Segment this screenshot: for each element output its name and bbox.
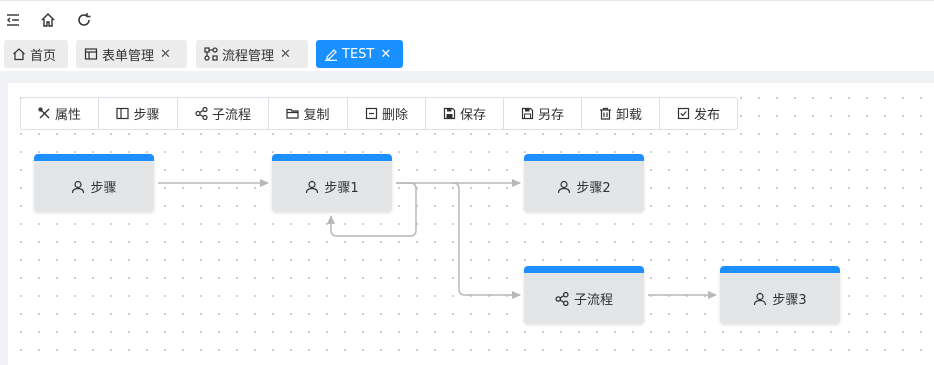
- toolbar-label: 子流程: [211, 108, 251, 123]
- save-as-button[interactable]: 另存: [504, 98, 582, 129]
- home-icon: [12, 47, 26, 61]
- form-icon: [84, 47, 98, 61]
- share-icon: [555, 291, 569, 306]
- home-icon[interactable]: [39, 11, 57, 29]
- node-label: 子流程: [573, 293, 613, 308]
- node-label: 步骤2: [576, 181, 611, 196]
- designer-toolbar: 属性 步骤 子流程 复制 删除 保存 另存 卸载 发布: [20, 97, 738, 130]
- left-gutter: [0, 83, 8, 365]
- user-icon: [558, 180, 571, 193]
- toolbar-label: 卸载: [615, 108, 642, 123]
- close-icon[interactable]: ✕: [280, 47, 291, 62]
- publish-button[interactable]: 发布: [660, 98, 737, 129]
- uninstall-button[interactable]: 卸载: [582, 98, 660, 129]
- content-separator: [0, 71, 934, 83]
- save-button[interactable]: 保存: [426, 98, 504, 129]
- step-button[interactable]: 步骤: [99, 98, 178, 129]
- flow-node-subflow[interactable]: 子流程: [524, 266, 644, 324]
- tools-icon: [38, 107, 50, 119]
- toolbar-label: 发布: [693, 108, 720, 123]
- toolbar-label: 属性: [54, 108, 81, 123]
- close-icon[interactable]: ✕: [160, 47, 171, 62]
- share-icon: [195, 107, 208, 120]
- copy-button[interactable]: 复制: [269, 98, 348, 129]
- refresh-icon[interactable]: [75, 11, 93, 29]
- properties-button[interactable]: 属性: [21, 98, 99, 129]
- tab-flow-management[interactable]: 流程管理 ✕: [196, 40, 308, 68]
- user-icon: [754, 292, 767, 305]
- flow-node-step2[interactable]: 步骤2: [524, 154, 644, 212]
- save-icon: [443, 107, 456, 120]
- toolbar-label: 删除: [381, 108, 408, 123]
- flow-node-step3[interactable]: 步骤3: [720, 266, 840, 324]
- tab-bar: 首页 表单管理 ✕ 流程管理 ✕ TEST ✕: [0, 40, 934, 70]
- toolbar-label: 保存: [459, 108, 486, 123]
- flow-node-step1[interactable]: 步骤1: [272, 154, 392, 212]
- user-icon: [306, 180, 319, 193]
- tab-label: 表单管理: [102, 48, 155, 64]
- tab-label: 首页: [30, 48, 57, 64]
- panel-icon: [116, 107, 130, 120]
- toolbar-label: 步骤: [133, 108, 160, 123]
- delete-button[interactable]: 删除: [348, 98, 426, 129]
- toolbar-label: 另存: [537, 108, 564, 123]
- trash-icon: [599, 107, 611, 120]
- user-icon: [72, 180, 85, 193]
- edit-icon: [324, 47, 338, 61]
- tab-label: 流程管理: [222, 48, 275, 64]
- minus-square-icon: [365, 107, 378, 120]
- tab-form-management[interactable]: 表单管理 ✕: [76, 40, 187, 68]
- node-label: 步骤1: [324, 181, 359, 196]
- top-bar: [0, 0, 934, 38]
- tab-label: TEST: [342, 46, 375, 62]
- close-icon[interactable]: ✕: [380, 47, 391, 62]
- toolbar-label: 复制: [303, 108, 330, 123]
- node-label: 步骤: [90, 181, 117, 196]
- flow-icon: [204, 47, 218, 61]
- check-square-icon: [677, 107, 690, 120]
- subflow-button[interactable]: 子流程: [178, 98, 269, 129]
- folder-icon: [286, 108, 300, 119]
- flow-node-step[interactable]: 步骤: [34, 154, 154, 212]
- menu-fold-icon[interactable]: [4, 11, 22, 29]
- tab-test[interactable]: TEST ✕: [316, 40, 403, 68]
- save-as-icon: [521, 107, 534, 120]
- node-label: 步骤3: [772, 293, 807, 308]
- tab-home[interactable]: 首页: [4, 40, 68, 68]
